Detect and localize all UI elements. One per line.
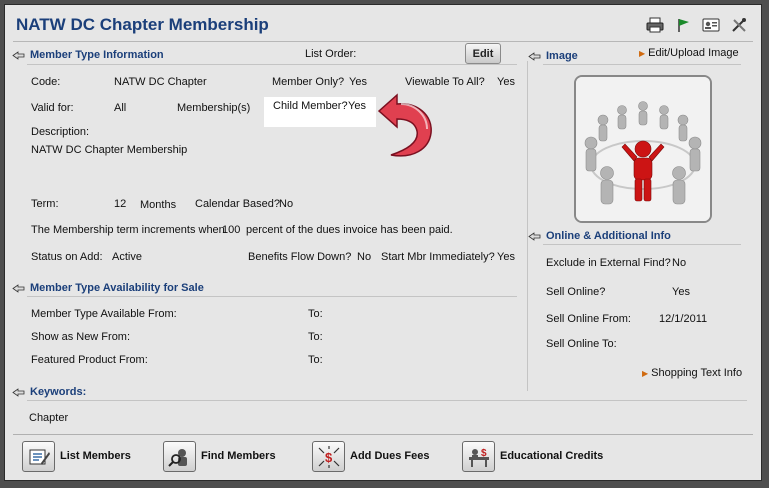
valid-for-label: Valid for: [31,102,74,114]
window-frame: NATW DC Chapter Membership Member Type I… [0,0,769,488]
code-label: Code: [31,76,61,88]
section-title: Online & Additional Info [546,230,671,242]
section-title: Member Type Information [30,49,164,61]
member-only-label: Member Only? [272,76,345,88]
featured-to-label: To: [308,354,323,366]
viewable-value: Yes [497,76,515,88]
title-toolbar [645,16,749,34]
list-order-label: List Order: [305,48,357,60]
column-divider [527,61,528,391]
collapse-icon[interactable] [12,50,25,60]
section-title: Keywords: [30,386,87,398]
increment-suffix: percent of the dues invoice has been pai… [246,224,453,236]
svg-text:$: $ [325,450,333,465]
printer-icon[interactable] [645,16,665,34]
id-card-icon[interactable] [701,16,721,34]
sell-from-value: 12/1/2011 [659,313,708,325]
term-unit: Months [140,199,177,211]
tools-icon[interactable] [729,16,749,34]
educational-credits-icon[interactable]: $ [462,441,495,472]
membership-panel: NATW DC Chapter Membership Member Type I… [4,4,762,481]
exclude-label: Exclude in External Find? [546,257,671,269]
collapse-icon[interactable] [528,231,541,241]
member-type-image [574,75,712,223]
status-value: Active [112,251,142,263]
increment-value: 100 [222,224,241,236]
show-new-label: Show as New From: [31,331,131,343]
keywords-value: Chapter [29,412,69,424]
description-value: NATW DC Chapter Membership [31,144,188,156]
section-member-type[interactable]: Member Type Information [12,49,164,61]
section-divider [543,64,741,65]
list-members-icon[interactable] [22,441,55,472]
exclude-value: No [672,257,687,269]
footer-divider [13,434,753,435]
start-label: Start Mbr Immediately? [381,251,495,263]
link-arrow-icon: ▶ [642,369,649,378]
viewable-label: Viewable To All? [405,76,485,88]
section-divider [27,400,747,401]
description-label: Description: [31,126,90,138]
section-divider [27,64,517,65]
edit-upload-image-link[interactable]: ▶ Edit/Upload Image [639,47,739,59]
add-dues-fees-button[interactable]: Add Dues Fees [350,450,429,462]
shopping-text-link[interactable]: ▶ Shopping Text Info [642,367,742,379]
member-only-value: Yes [349,76,367,88]
add-dues-icon[interactable]: $ [312,441,345,472]
calendar-value: No [279,198,294,210]
flag-icon[interactable] [673,16,693,34]
link-arrow-icon: ▶ [639,49,646,58]
benefits-value: No [357,251,372,263]
available-from-label: Member Type Available From: [31,308,177,320]
section-title: Member Type Availability for Sale [30,282,204,294]
find-members-icon[interactable] [163,441,196,472]
svg-text:$: $ [481,448,487,459]
section-image[interactable]: Image [528,50,578,62]
title-divider [13,41,753,42]
sell-online-label: Sell Online? [546,286,606,298]
code-value: NATW DC Chapter [114,76,207,88]
list-members-button[interactable]: List Members [60,450,131,462]
section-title: Image [546,50,578,62]
increment-prefix: The Membership term increments when [31,224,225,236]
calendar-label: Calendar Based? [195,198,281,210]
term-value: 12 [114,198,127,210]
available-to-label: To: [308,308,323,320]
show-new-to-label: To: [308,331,323,343]
child-member-value: Yes [348,100,366,112]
sell-to-label: Sell Online To: [546,338,617,350]
section-keywords[interactable]: Keywords: [12,386,86,398]
sell-online-value: Yes [672,286,690,298]
collapse-icon[interactable] [528,51,541,61]
section-divider [27,296,517,297]
educational-credits-button[interactable]: Educational Credits [500,450,603,462]
find-members-button[interactable]: Find Members [201,450,276,462]
sell-from-label: Sell Online From: [546,313,631,325]
window-title: NATW DC Chapter Membership [16,15,269,34]
status-label: Status on Add: [31,251,103,263]
section-online-info[interactable]: Online & Additional Info [528,230,671,242]
section-divider [543,244,741,245]
collapse-icon[interactable] [12,387,25,397]
callout-arrow [377,93,432,157]
memberships-label: Membership(s) [177,102,251,114]
edit-button[interactable]: Edit [465,43,501,64]
section-availability[interactable]: Member Type Availability for Sale [12,282,204,294]
benefits-label: Benefits Flow Down? [248,251,352,263]
featured-label: Featured Product From: [31,354,148,366]
team-circle-image [576,77,710,221]
term-label: Term: [31,198,59,210]
start-value: Yes [497,251,515,263]
collapse-icon[interactable] [12,283,25,293]
child-member-label: Child Member? [273,100,348,112]
valid-for-value: All [114,102,127,114]
